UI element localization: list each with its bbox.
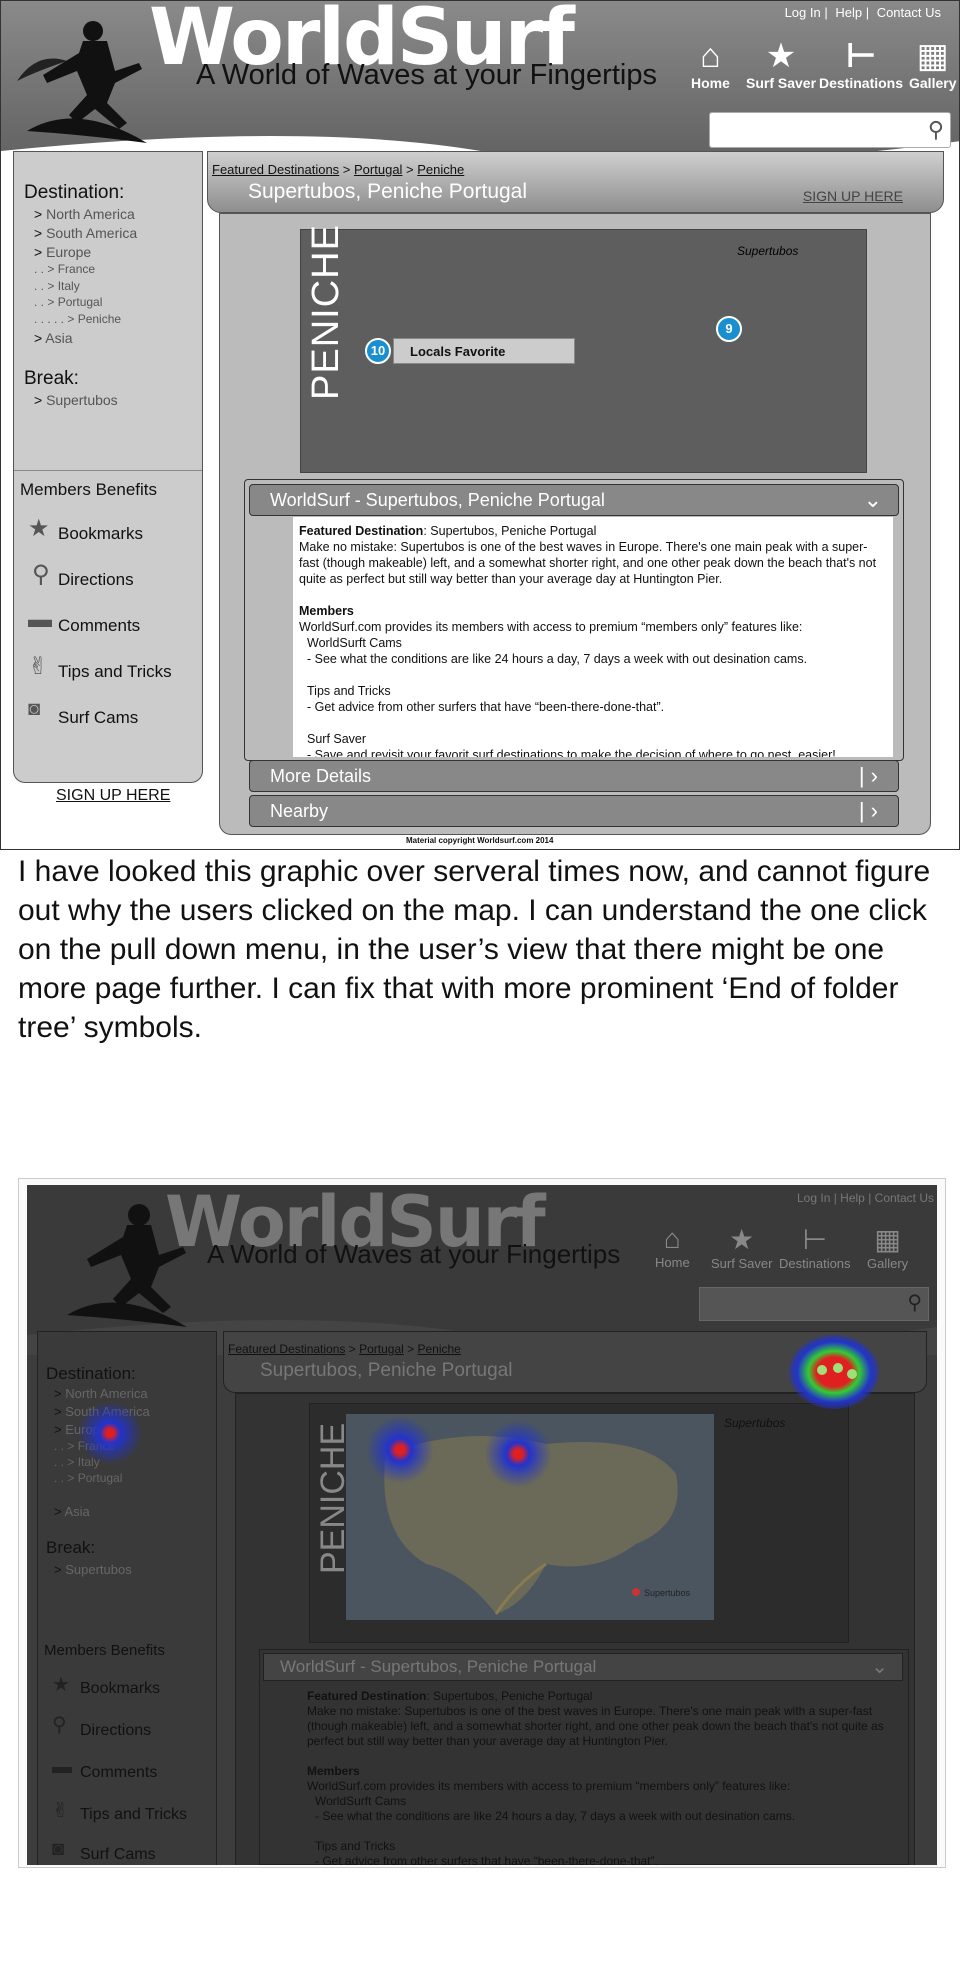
svg-text:Supertubos: Supertubos [644,1588,691,1598]
top-links: Log In | Help | Contact Us [784,5,941,20]
heatmap-hotspot-dot [847,1369,857,1379]
breadcrumb-portugal[interactable]: Portugal [354,162,402,177]
breadcrumb-featured[interactable]: Featured Destinations [212,162,339,177]
nav-destinations-label: Destinations [819,75,904,91]
destination-heading: Destination: [24,182,125,203]
header-signup-link[interactable]: SIGN UP HERE [803,188,903,204]
nav-home[interactable]: ⌂ Home [691,37,730,91]
sidebar-item-peniche[interactable]: . . . . . > Peniche [34,312,121,326]
help-link[interactable]: Help [835,5,862,20]
sidebar: Destination: > North America > South Ame… [13,151,203,783]
nav-home-label: Home [691,75,730,91]
heatmap-nav-surf-saver: ★ Surf Saver [711,1224,773,1271]
accordion-nearby[interactable]: Nearby | › [249,795,899,827]
nav-gallery-label: Gallery [909,75,957,91]
heatmap-nav-gallery: ▦ Gallery [867,1224,909,1271]
nav-destinations[interactable]: ⊢ Destinations [819,37,903,91]
map-pin-icon: ⚲ [32,561,50,588]
heatmap-nav-destinations: ⊢ Destinations [779,1224,851,1271]
benefit-surf-cams[interactable]: Surf Cams [58,708,138,728]
map-vertical-label: PENICHE [305,224,347,400]
heatmap-accordion-header: WorldSurf - Supertubos, Peniche Portugal… [263,1653,903,1681]
heatmap-surf-cams-partial: Surf Cams [80,1846,156,1863]
star-icon: ★ [28,515,50,542]
accordion-header-open[interactable]: WorldSurf - Supertubos, Peniche Portugal… [249,484,899,516]
sidebar-item-portugal[interactable]: . . > Portugal [34,295,102,309]
surfer-logo-icon [17,21,147,143]
sidebar-item-france[interactable]: . . > France [34,262,95,276]
heatmap-click-map-1 [365,1417,435,1483]
benefit-comments[interactable]: Comments [58,616,140,636]
members-text: WorldSurf.com provides its members with … [299,620,803,634]
featured-text: Make no mistake: Supertubos is one of th… [299,540,877,586]
heatmap-search: ⚲ [699,1287,929,1321]
grid-icon: ▦ [916,37,949,75]
accordion-title: WorldSurf - Supertubos, Peniche Portugal [270,490,605,510]
signpost-icon: ⊢ [845,37,877,75]
nav-surf-saver-label: Surf Saver [746,75,817,91]
map-spot-label: Supertubos [737,244,799,258]
copyright-text: Material copyright Worldsurf.com 2014 [406,836,554,845]
heatmap-nav-home: ⌂ Home [655,1223,690,1270]
heatmap-hotspot-dot [833,1363,843,1373]
sidebar-item-supertubos[interactable]: > Supertubos [34,392,118,408]
nearby-label: Nearby [270,801,329,821]
heatmap-top-links: Log In | Help | Contact Us [797,1191,935,1205]
speech-bubble-icon: ▬ [28,606,52,633]
chevron-right-icon: | › [858,798,878,823]
search-input[interactable]: ⚲ [709,112,951,148]
analysis-comment: I have looked this graphic over serveral… [18,855,931,1044]
benefit-bookmarks[interactable]: Bookmarks [58,524,143,544]
site-header: WorldSurf A World of Waves at your Finge… [1,1,959,173]
contact-us-link[interactable]: Contact Us [877,5,941,20]
heatmap-click-sidebar [75,1403,145,1463]
break-heading: Break: [24,368,79,389]
benefit-tips-and-tricks[interactable]: Tips and Tricks [58,662,172,682]
sidebar-divider [14,470,202,471]
breadcrumb: Featured Destinations > Portugal > Penic… [212,162,465,177]
sidebar-item-italy[interactable]: . . > Italy [34,279,80,293]
sidebar-item-europe[interactable]: > Europe [34,244,91,260]
star-icon: ★ [765,37,797,75]
page-header-bar: Featured Destinations > Portugal > Penic… [207,151,944,213]
sidebar-signup-link[interactable]: SIGN UP HERE [56,787,170,805]
sidebar-item-asia[interactable]: > Asia [34,330,73,346]
nav-surf-saver[interactable]: ★ Surf Saver [746,37,816,91]
benefit-directions[interactable]: Directions [58,570,134,590]
login-link[interactable]: Log In [785,5,821,20]
heatmap-tagline: A World of Waves at your Fingertips [207,1239,621,1269]
page-title: Supertubos, Peniche Portugal [248,180,528,203]
accordion-content: Featured Destination: Supertubos, Penich… [293,517,893,757]
search-icon[interactable]: ⚲ [928,117,944,143]
map-marker-9[interactable]: 9 [716,316,742,342]
heatmap-hotspot-dot [817,1365,827,1375]
map-placeholder[interactable]: PENICHE Supertubos Locals Favorite 10 9 [300,224,867,473]
sidebar-item-north-america[interactable]: > North America [34,206,135,222]
breadcrumb-peniche[interactable]: Peniche [417,162,464,177]
members-heading: Members Benefits [20,480,157,499]
sidebar-item-south-america[interactable]: > South America [34,225,137,241]
wireframe-mockup: WorldSurf A World of Waves at your Finge… [0,0,960,850]
heatmap-mockup: WorldSurf A World of Waves at your Finge… [18,1178,946,1868]
chevron-right-icon: | › [858,763,878,788]
accordion-more-details[interactable]: More Details | › [249,760,899,792]
more-details-label: More Details [270,766,372,786]
chevron-down-icon[interactable]: ⌄ [864,485,882,515]
home-icon: ⌂ [700,37,721,75]
heatmap-click-map-2 [483,1421,553,1487]
heatmap-accordion-content: Featured Destination: Supertubos, Penich… [307,1689,884,1865]
tagline: A World of Waves at your Fingertips [196,59,657,91]
shaka-hand-icon: ✌ [28,653,49,680]
map-tooltip: Locals Favorite [393,338,575,364]
camera-icon: ◙ [28,698,41,720]
map-marker-10[interactable]: 10 [365,338,391,364]
nav-gallery[interactable]: ▦ Gallery [909,37,956,91]
